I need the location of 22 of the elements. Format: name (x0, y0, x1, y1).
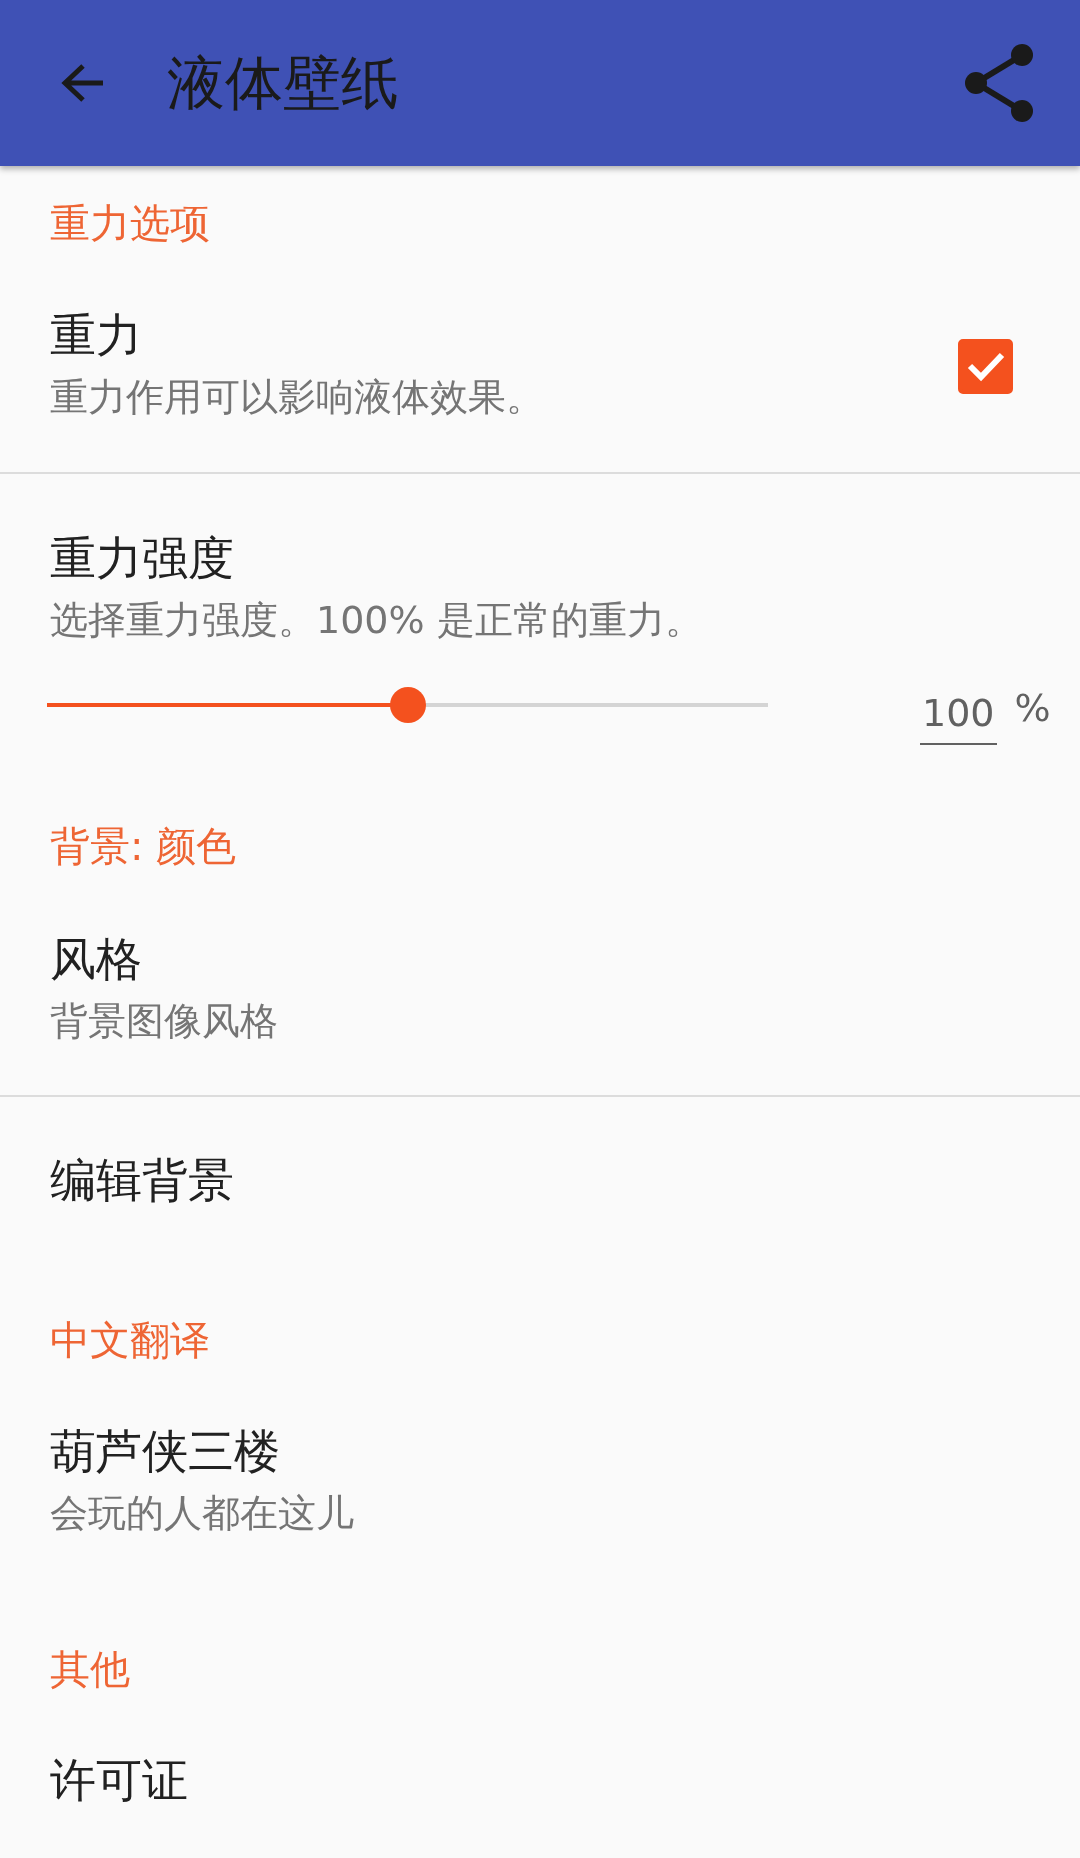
checkbox[interactable] (958, 338, 1013, 394)
setting-title[interactable]: 许可证 (50, 1749, 188, 1811)
setting-title[interactable]: 重力 (50, 304, 142, 366)
setting-summary: 选择重力强度。100% 是正常的重力。 (50, 597, 703, 644)
setting-title[interactable]: 风格 (50, 928, 142, 990)
setting-summary: 会玩的人都在这儿 (50, 1490, 354, 1537)
setting-summary: 重力作用可以影响液体效果。 (50, 374, 544, 421)
section-header: 其他 (50, 1645, 130, 1694)
setting-title[interactable]: 葫芦侠三楼 (50, 1420, 280, 1482)
section-header: 中文翻译 (50, 1316, 210, 1365)
unit-label: % (1014, 685, 1051, 732)
back-icon[interactable] (61, 63, 105, 103)
setting-title[interactable]: 编辑背景 (50, 1149, 234, 1211)
check-icon (965, 350, 1006, 382)
section-header: 重力选项 (50, 199, 210, 248)
setting-summary: 背景图像风格 (50, 998, 278, 1045)
section-header: 背景: 颜色 (50, 822, 237, 871)
app-title: 液体壁纸 (167, 54, 399, 112)
setting-title[interactable]: 重力强度 (50, 527, 234, 589)
share-icon[interactable] (962, 43, 1034, 123)
value-field[interactable]: 100 (920, 691, 997, 745)
slider-thumb[interactable] (389, 687, 426, 723)
